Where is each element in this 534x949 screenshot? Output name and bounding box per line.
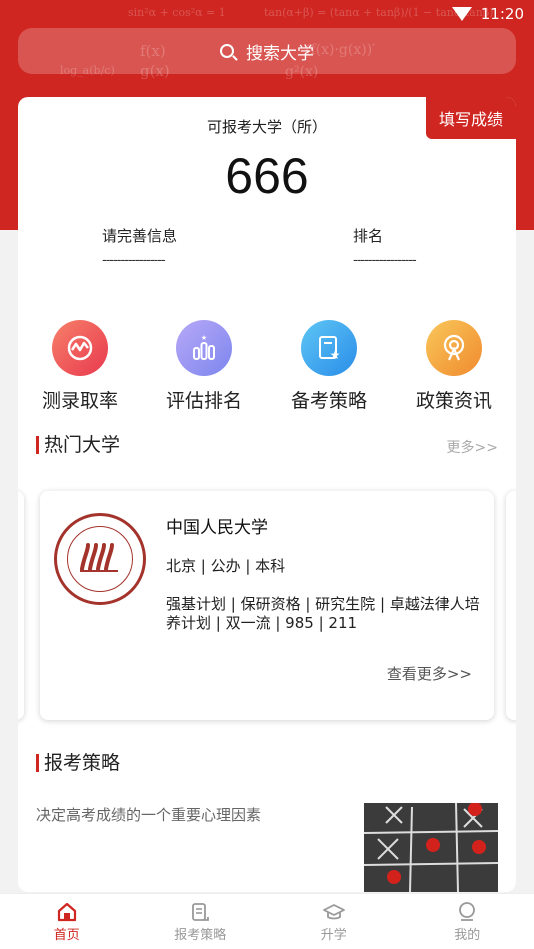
hot-universities-more-link[interactable]: 更多>> — [447, 437, 498, 457]
main-card: 填写成绩 可报考大学（所） 666 请完善信息 ----------------… — [18, 97, 516, 892]
tool-label: 测录取率 — [41, 390, 118, 412]
seal-ring — [67, 526, 133, 592]
previous-card-edge[interactable] — [18, 491, 24, 720]
home-icon — [0, 900, 134, 924]
info-value: ----------------- — [102, 253, 166, 268]
podium-icon: ★ — [176, 320, 232, 376]
tab-mine[interactable]: 我的 — [401, 894, 534, 949]
document-star-icon: ★ — [301, 320, 357, 376]
university-logo — [54, 513, 146, 605]
strategy-title: 报考策略 — [36, 754, 120, 773]
tab-label: 首页 — [53, 928, 80, 943]
search-bar[interactable]: 搜索大学 — [18, 28, 516, 74]
university-more-link[interactable]: 查看更多>> — [387, 663, 472, 684]
tab-admission[interactable]: 升学 — [267, 894, 401, 949]
rank-value: ----------------- — [353, 253, 417, 268]
tab-label: 升学 — [320, 928, 347, 943]
tool-admission-rate[interactable]: 测录取率 — [25, 320, 135, 413]
rank-label: 排名 — [353, 227, 384, 245]
university-name: 中国人民大学 — [166, 518, 268, 538]
strategy-article-thumbnail[interactable] — [363, 802, 499, 892]
user-icon — [401, 900, 534, 924]
seal-emblem — [80, 543, 118, 572]
tool-label: 政策资讯 — [415, 390, 492, 412]
university-card[interactable]: 中国人民大学 北京 | 公办 | 本科 强基计划 | 保研资格 | 研究生院 |… — [40, 491, 494, 720]
university-meta: 北京 | 公办 | 本科 — [166, 557, 286, 575]
svg-text:★: ★ — [330, 348, 341, 362]
scroll-icon — [134, 900, 268, 924]
tool-ranking[interactable]: ★ 评估排名 — [149, 320, 259, 413]
wifi-icon — [452, 7, 472, 21]
broadcast-icon — [426, 320, 482, 376]
tab-label: 报考策略 — [174, 928, 227, 943]
graduation-cap-icon — [267, 900, 401, 924]
strategy-article-title[interactable]: 决定高考成绩的一个重要心理因素 — [36, 804, 261, 825]
tab-strategy[interactable]: 报考策略 — [134, 894, 268, 949]
tool-label: 备考策略 — [290, 390, 367, 412]
tool-exam-strategy[interactable]: ★ 备考策略 — [274, 320, 384, 413]
tool-label: 评估排名 — [165, 390, 242, 412]
status-bar: 11:20 — [0, 0, 534, 28]
svg-text:★: ★ — [201, 334, 207, 342]
tab-label: 我的 — [454, 928, 481, 943]
complete-info-link[interactable]: 请完善信息 — [102, 225, 177, 246]
bottom-tab-bar: 首页 报考策略 升学 我的 — [0, 893, 534, 949]
university-tags: 强基计划 | 保研资格 | 研究生院 | 卓越法律人培养计划 | 双一流 | 9… — [166, 595, 480, 632]
eligible-count-label: 可报考大学（所） — [206, 118, 327, 136]
tool-policy-news[interactable]: 政策资讯 — [399, 320, 509, 413]
status-time: 11:20 — [480, 5, 524, 23]
hot-universities-title: 热门大学 — [36, 436, 120, 455]
search-icon — [220, 44, 234, 58]
search-placeholder: 搜索大学 — [246, 43, 314, 64]
thumbnail-image — [363, 802, 499, 892]
eligible-count: 666 — [225, 148, 309, 204]
tab-home[interactable]: 首页 — [0, 894, 134, 949]
chart-line-icon — [52, 320, 108, 376]
next-card-edge[interactable] — [506, 491, 516, 720]
